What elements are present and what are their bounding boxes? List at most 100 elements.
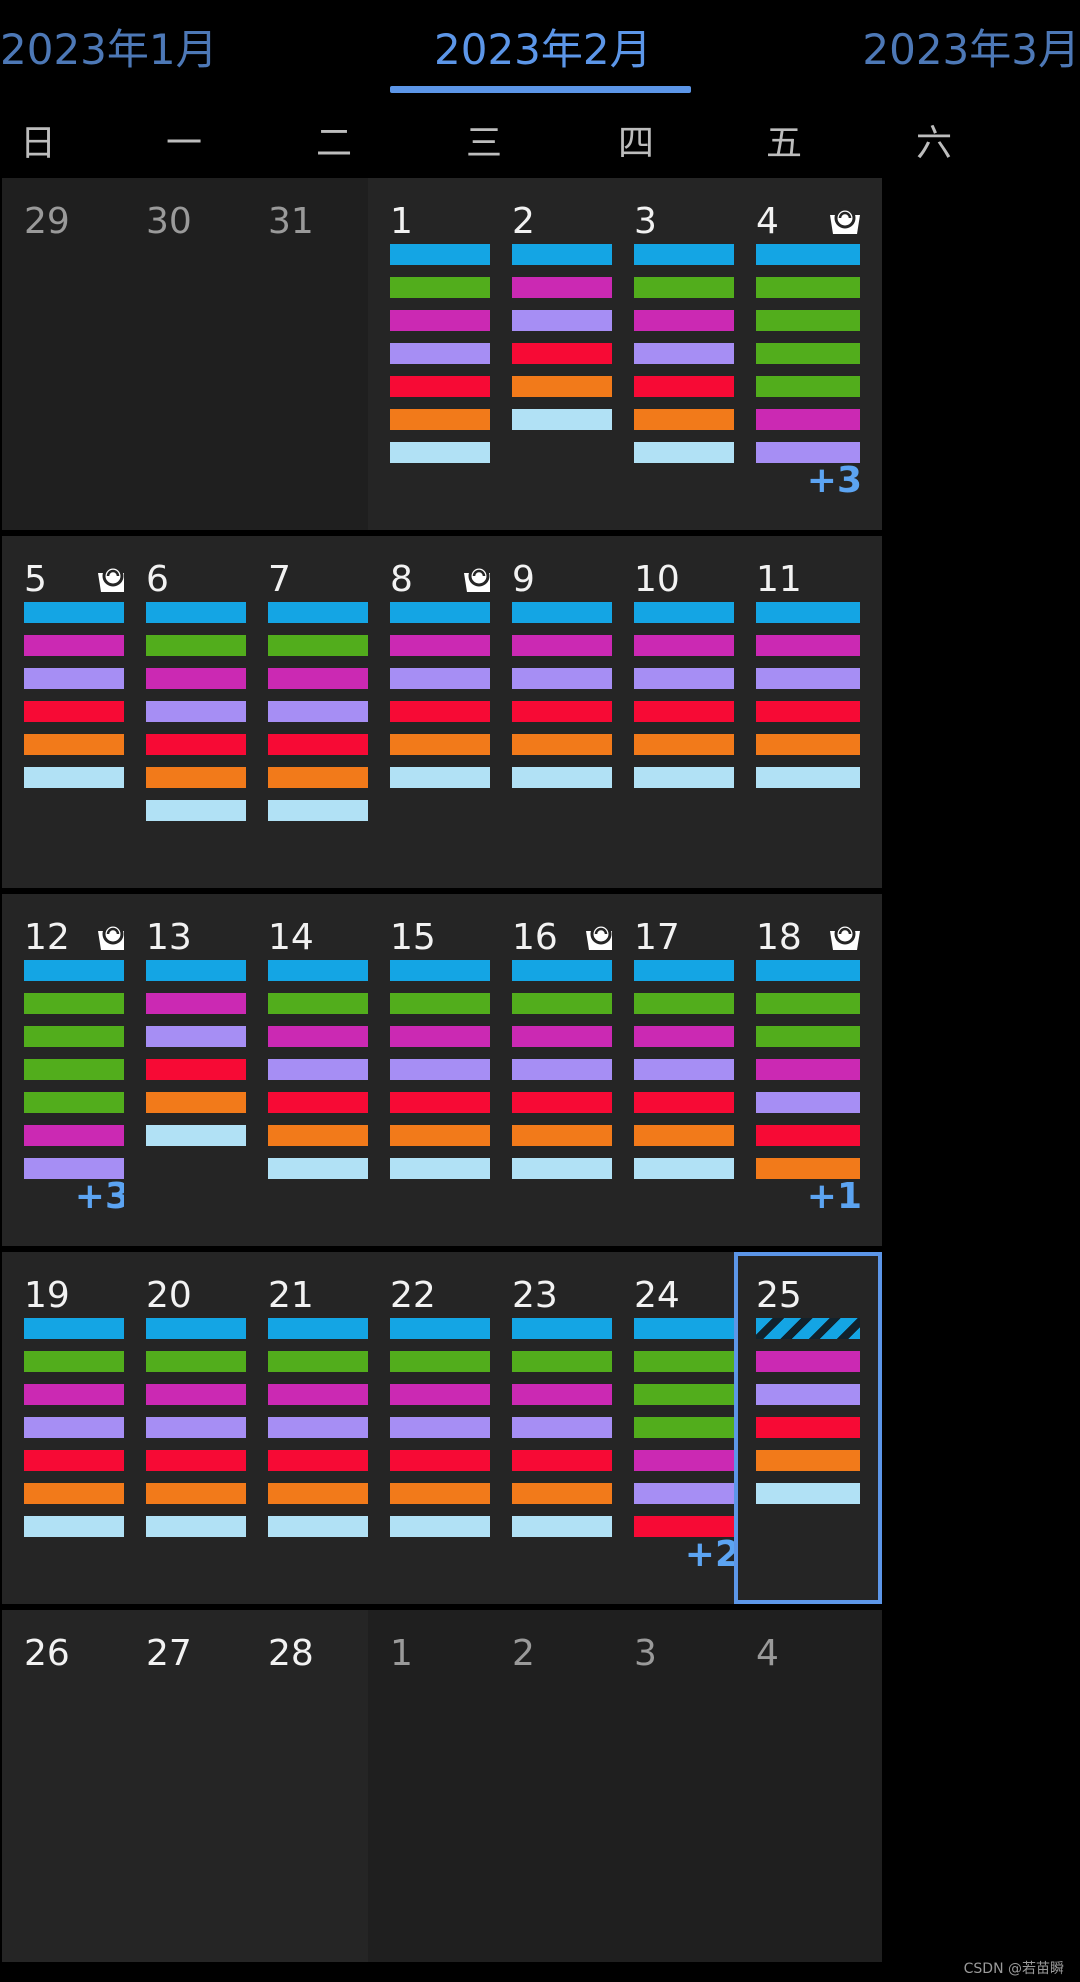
event-bar-list	[756, 960, 860, 1191]
weekday-label: 六	[916, 123, 953, 164]
event-bar	[512, 1417, 616, 1438]
event-bar	[24, 960, 128, 981]
event-bar	[634, 635, 738, 656]
event-bar	[24, 1059, 128, 1080]
day-number: 16	[512, 917, 558, 958]
event-bar	[756, 668, 860, 689]
day-number: 4	[756, 1633, 779, 1674]
event-bar	[24, 1450, 128, 1471]
event-bar	[390, 1417, 494, 1438]
event-bar	[146, 1092, 250, 1113]
event-bar-list	[146, 1318, 250, 1549]
event-bar	[24, 668, 128, 689]
weekday-label: 五	[766, 123, 803, 164]
day-cell[interactable]: 4 +3	[734, 178, 882, 530]
event-bar	[634, 244, 738, 265]
event-bar	[512, 734, 616, 755]
day-number: 30	[146, 201, 192, 242]
event-bar	[512, 1450, 616, 1471]
event-bar	[268, 1351, 372, 1372]
event-bar	[634, 734, 738, 755]
event-bar	[634, 993, 738, 1014]
day-cell[interactable]: 4	[734, 1610, 882, 1962]
event-bar	[390, 277, 494, 298]
event-bar	[512, 767, 616, 788]
event-bar-list	[512, 602, 616, 800]
event-bar	[512, 668, 616, 689]
event-bar	[24, 1125, 128, 1146]
day-number: 6	[146, 559, 169, 600]
event-bar	[146, 1384, 250, 1405]
day-number: 4	[756, 201, 779, 242]
event-bar	[512, 376, 616, 397]
event-bar	[756, 1125, 860, 1146]
event-bar	[634, 668, 738, 689]
event-bar	[756, 1318, 860, 1339]
event-bar	[390, 1026, 494, 1047]
event-bar	[390, 993, 494, 1014]
event-bar	[390, 734, 494, 755]
event-bar	[390, 668, 494, 689]
event-bar	[24, 1351, 128, 1372]
event-bar	[146, 701, 250, 722]
active-tab-indicator	[390, 86, 691, 93]
tab-current-month[interactable]: 2023年2月	[434, 22, 652, 78]
day-number: 8	[390, 559, 413, 600]
day-number: 9	[512, 559, 535, 600]
event-bar	[390, 1092, 494, 1113]
event-bar	[146, 602, 250, 623]
event-bar	[390, 767, 494, 788]
event-bar-list	[24, 602, 128, 800]
event-bar	[756, 409, 860, 430]
event-bar	[24, 767, 128, 788]
event-bar	[634, 1026, 738, 1047]
event-bar	[512, 635, 616, 656]
event-bar	[268, 1450, 372, 1471]
day-number: 27	[146, 1633, 192, 1674]
event-bar	[756, 310, 860, 331]
day-number: 17	[634, 917, 680, 958]
event-bar	[634, 960, 738, 981]
day-cell[interactable]: 11	[734, 536, 882, 888]
more-events-count: +3	[806, 460, 862, 501]
event-bar	[268, 1516, 372, 1537]
event-bar	[512, 1059, 616, 1080]
day-number: 3	[634, 201, 657, 242]
day-number: 31	[268, 201, 314, 242]
event-bar-list	[512, 244, 616, 442]
tab-prev-month[interactable]: 2023年1月	[0, 22, 218, 78]
day-cell[interactable]: 18 +1	[734, 894, 882, 1246]
event-bar	[146, 635, 250, 656]
more-events-count: +2	[684, 1534, 740, 1575]
event-bar	[390, 1158, 494, 1179]
event-bar-list	[390, 960, 494, 1191]
event-bar	[512, 602, 616, 623]
tab-next-month[interactable]: 2023年3月	[862, 22, 1080, 78]
event-bar	[634, 1059, 738, 1080]
event-bar	[390, 409, 494, 430]
event-bar-list	[756, 1318, 860, 1516]
event-bar	[512, 993, 616, 1014]
event-bar	[512, 1516, 616, 1537]
event-bar	[756, 1483, 860, 1504]
day-number: 1	[390, 201, 413, 242]
event-bar	[634, 343, 738, 364]
event-bar	[24, 1384, 128, 1405]
event-bar	[756, 1384, 860, 1405]
month-grid: 29 30 31 1 2 3 4 +3 5 6 7 8 9 10 11 12 +3 13 14 15 16 17 18 +1 1…	[0, 178, 1080, 1968]
event-bar-list	[268, 1318, 372, 1549]
day-number: 19	[24, 1275, 70, 1316]
event-bar	[146, 767, 250, 788]
day-number: 25	[756, 1275, 802, 1316]
day-number: 18	[756, 917, 802, 958]
event-bar	[390, 310, 494, 331]
event-bar-list	[634, 602, 738, 800]
event-bar	[24, 1516, 128, 1537]
event-bar	[268, 1092, 372, 1113]
day-cell-selected[interactable]: 25	[734, 1252, 882, 1604]
event-bar	[512, 1125, 616, 1146]
day-number: 13	[146, 917, 192, 958]
event-bar	[634, 442, 738, 463]
event-bar	[24, 1417, 128, 1438]
event-bar	[24, 1092, 128, 1113]
